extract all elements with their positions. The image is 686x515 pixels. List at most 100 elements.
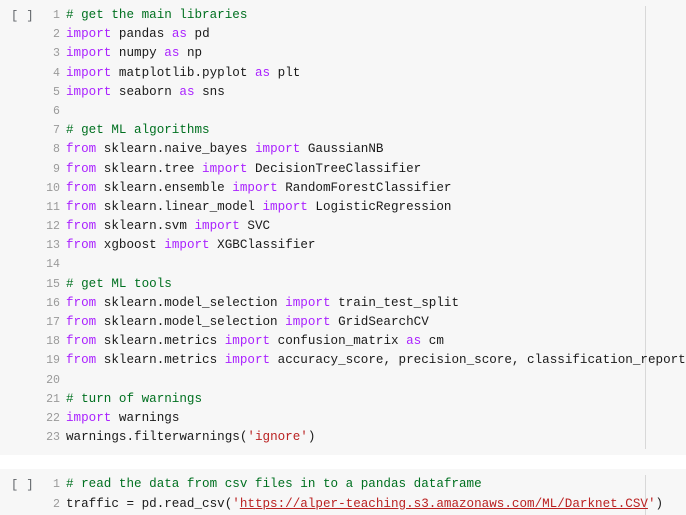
code-token-plain: traffic = pd.read_csv( xyxy=(66,496,233,511)
code-token-kw: from xyxy=(66,334,97,349)
code-token-plain: RandomForestClassifier xyxy=(277,180,452,195)
code-token-plain: np xyxy=(179,46,203,61)
code-url-link[interactable]: https://alper-teaching.s3.amazonaws.com/… xyxy=(240,497,648,511)
code-token-kw: import xyxy=(66,410,112,425)
code-line-source: # turn of warnings xyxy=(60,392,202,406)
line-number: 1 xyxy=(53,478,60,492)
code-token-plain: numpy xyxy=(111,46,165,61)
code-token-kw: as xyxy=(164,46,180,61)
line-number: 2 xyxy=(53,28,60,42)
code-line-source: import numpy as np xyxy=(60,46,202,60)
code-token-plain: XGBClassifier xyxy=(209,238,316,253)
code-token-plain: sklearn.tree xyxy=(96,161,203,176)
code-editor-1[interactable]: 1 # get the main libraries 2 import pandas … xyxy=(0,6,686,447)
code-token-kw: import xyxy=(66,84,112,99)
code-token-kw: import xyxy=(66,65,112,80)
line-number: 12 xyxy=(46,220,60,234)
code-line-source: from sklearn.metrics import confusion_ma… xyxy=(60,334,444,348)
code-line: 23 warnings.filterwarnings('ignore') xyxy=(0,428,686,447)
code-token-kw: from xyxy=(66,161,97,176)
code-line: 9 from sklearn.tree import DecisionTreeCl… xyxy=(0,160,686,179)
line-number: 16 xyxy=(46,296,60,310)
code-token-kw: from xyxy=(66,295,97,310)
code-line-source xyxy=(60,373,66,387)
code-token-kw: from xyxy=(66,238,97,253)
code-cell-2[interactable]: [ ] 1 # read the data from csv files in t… xyxy=(0,469,686,515)
code-token-plain: sklearn.metrics xyxy=(96,353,225,368)
code-line-source: warnings.filterwarnings('ignore') xyxy=(60,430,315,444)
line-number: 14 xyxy=(46,258,60,272)
code-token-kw: import xyxy=(202,161,248,176)
code-token-plain: DecisionTreeClassifier xyxy=(247,161,422,176)
line-number: 10 xyxy=(46,181,60,195)
code-token-str: ' xyxy=(232,496,240,511)
code-token-plain: seaborn xyxy=(111,84,180,99)
code-line: 15 # get ML tools xyxy=(0,275,686,294)
code-line-source: traffic = pd.read_csv('https://alper-tea… xyxy=(60,497,663,511)
code-token-comment: # turn of warnings xyxy=(66,391,203,406)
code-token-plain: sklearn.naive_bayes xyxy=(96,142,255,157)
code-line-source: from sklearn.metrics import accuracy_sco… xyxy=(60,353,686,367)
code-token-plain: GaussianNB xyxy=(300,142,384,157)
code-line: 7 # get ML algorithms xyxy=(0,121,686,140)
line-number: 21 xyxy=(46,392,60,406)
code-line-source: # read the data from csv files in to a p… xyxy=(60,477,482,491)
code-token-plain: sklearn.metrics xyxy=(96,334,225,349)
code-token-plain: sklearn.ensemble xyxy=(96,180,233,195)
code-token-kw: as xyxy=(254,65,271,80)
code-token-plain: pd xyxy=(186,27,210,42)
code-line: 13 from xgboost import XGBClassifier xyxy=(0,236,686,255)
code-token-kw: import xyxy=(232,180,278,195)
code-line-source: from xgboost import XGBClassifier xyxy=(60,238,315,252)
line-number: 8 xyxy=(53,143,60,157)
code-token-str: ' xyxy=(647,496,656,511)
line-number: 7 xyxy=(53,124,60,138)
code-line: 3 import numpy as np xyxy=(0,44,686,63)
code-token-plain: warnings.filterwarnings( xyxy=(66,430,248,445)
code-line: 6 xyxy=(0,102,686,121)
code-line-source: import pandas as pd xyxy=(60,27,210,41)
code-editor-2[interactable]: 1 # read the data from csv files in to a … xyxy=(0,475,686,515)
code-token-plain: xgboost xyxy=(96,238,165,253)
code-token-plain: sns xyxy=(194,84,225,99)
code-token-kw: import xyxy=(164,238,210,253)
code-token-plain: GridSearchCV xyxy=(330,315,429,329)
code-line-source: import warnings xyxy=(60,411,179,425)
code-token-kw: import xyxy=(254,142,301,157)
code-token-kw: from xyxy=(66,180,97,195)
code-token-plain: cm xyxy=(421,334,444,349)
code-line: 8 from sklearn.naive_bayes import Gaussia… xyxy=(0,140,686,159)
code-token-plain: confusion_matrix xyxy=(270,334,407,349)
line-number: 4 xyxy=(53,66,60,80)
code-token-kw: from xyxy=(66,142,97,157)
code-token-kw: import xyxy=(285,315,331,329)
code-line: 16 from sklearn.model_selection import tr… xyxy=(0,294,686,313)
code-line-source xyxy=(60,257,66,271)
code-token-kw: import xyxy=(194,219,240,234)
code-token-kw: import xyxy=(224,353,271,368)
code-cell-1[interactable]: [ ] 1 # get the main libraries 2 import pan… xyxy=(0,0,686,456)
code-line: 12 from sklearn.svm import SVC xyxy=(0,217,686,236)
code-line: 2 import pandas as pd xyxy=(0,25,686,44)
code-line-source: from sklearn.linear_model import Logisti… xyxy=(60,200,451,214)
code-token-kw: import xyxy=(285,295,331,310)
code-token-kw: as xyxy=(179,84,195,99)
code-line-source: # get the main libraries xyxy=(60,8,247,22)
code-token-plain: sklearn.model_selection xyxy=(96,295,286,310)
code-line: 17 from sklearn.model_selection import Gr… xyxy=(0,313,686,332)
code-token-plain: ) xyxy=(655,496,664,511)
code-token-plain: sklearn.svm xyxy=(96,219,195,234)
code-line: 21 # turn of warnings xyxy=(0,390,686,409)
code-line: 19 from sklearn.metrics import accuracy_s… xyxy=(0,351,686,370)
code-token-plain: ) xyxy=(307,430,316,445)
code-line: 22 import warnings xyxy=(0,409,686,428)
code-token-kw: import xyxy=(262,199,308,214)
code-line: 2 traffic = pd.read_csv('https://alper-te… xyxy=(0,495,686,514)
notebook-root: [ ] 1 # get the main libraries 2 import pan… xyxy=(0,0,686,515)
code-token-kw: from xyxy=(66,199,97,214)
code-token-plain: train_test_split xyxy=(330,295,460,310)
code-line-source: from sklearn.model_selection import Grid… xyxy=(60,315,429,329)
code-line-source: from sklearn.svm import SVC xyxy=(60,219,270,233)
cell-separator xyxy=(0,455,686,470)
code-token-plain: accuracy_score, precision_score, classif… xyxy=(270,353,686,368)
